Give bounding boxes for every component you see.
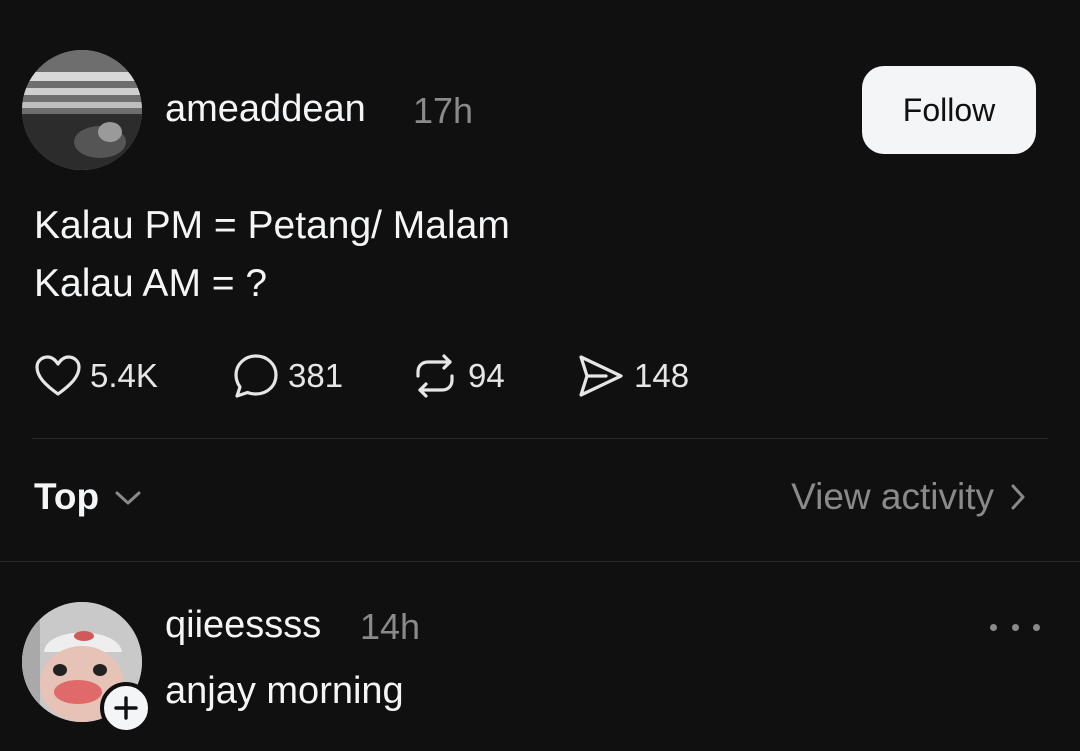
reply-timestamp: 14h [360, 606, 421, 647]
comment-button[interactable]: 381 [232, 352, 343, 400]
follow-plus-button[interactable] [100, 682, 152, 734]
like-count: 5.4K [90, 357, 158, 394]
comment-count: 381 [288, 357, 344, 394]
more-icon[interactable] [990, 612, 1040, 642]
sort-label: Top [34, 476, 100, 517]
share-count: 148 [634, 357, 690, 394]
chevron-right-icon [1011, 484, 1025, 510]
view-activity-link[interactable]: View activity [791, 476, 1030, 518]
post-author-avatar[interactable] [22, 50, 142, 170]
repost-count: 94 [468, 357, 505, 394]
repost-icon [416, 354, 454, 398]
divider [32, 438, 1048, 439]
post-text-line-1: Kalau PM = Petang/ Malam [34, 204, 510, 247]
post-timestamp: 17h [413, 90, 474, 131]
divider [0, 561, 1080, 562]
share-button[interactable]: 148 [576, 352, 689, 400]
share-icon [579, 355, 623, 397]
reply-text: anjay morning [165, 670, 404, 712]
reply-author-username[interactable]: qiieessss [165, 604, 321, 647]
heart-icon [35, 355, 81, 396]
follow-button[interactable]: Follow [862, 66, 1036, 154]
sort-dropdown[interactable]: Top [34, 476, 145, 518]
chevron-down-icon [115, 491, 141, 505]
plus-icon [114, 696, 138, 720]
view-activity-label: View activity [791, 476, 994, 517]
repost-button[interactable]: 94 [410, 352, 505, 400]
post-text-line-2: Kalau AM = ? [34, 262, 268, 305]
comment-icon [234, 354, 278, 398]
post-author-username[interactable]: ameaddean [165, 88, 366, 131]
like-button[interactable]: 5.4K [34, 352, 158, 400]
